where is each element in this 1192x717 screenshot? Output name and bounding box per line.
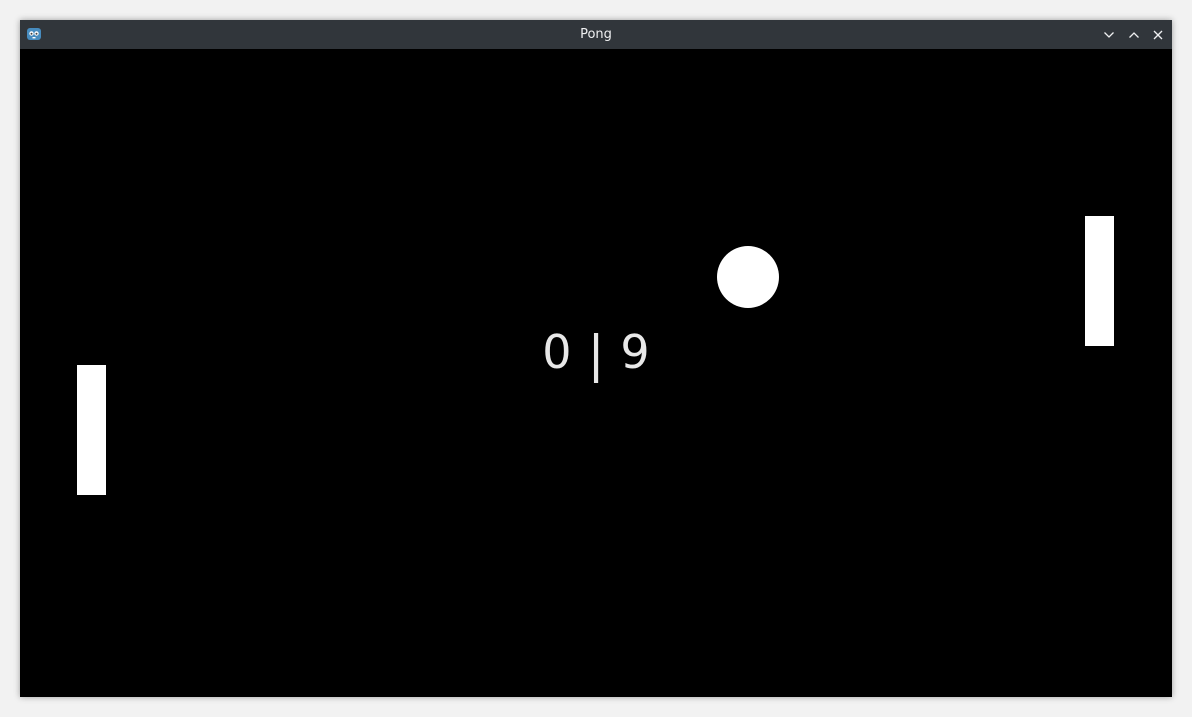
game-window: Pong 0 | 9 xyxy=(20,20,1172,697)
minimize-button[interactable] xyxy=(1100,26,1118,44)
game-canvas[interactable]: 0 | 9 xyxy=(20,49,1172,697)
chevron-down-icon xyxy=(1104,32,1114,38)
right-score: 9 xyxy=(620,325,650,379)
window-title: Pong xyxy=(580,27,612,42)
left-score: 0 xyxy=(542,325,572,379)
maximize-button[interactable] xyxy=(1125,26,1143,44)
close-icon xyxy=(1153,30,1163,40)
ball xyxy=(717,246,779,308)
right-paddle xyxy=(1085,216,1114,346)
score-display: 0 | 9 xyxy=(496,317,696,387)
close-button[interactable] xyxy=(1149,26,1167,44)
chevron-up-icon xyxy=(1129,32,1139,38)
left-paddle xyxy=(77,365,106,495)
score-separator: | xyxy=(587,325,605,383)
title-bar[interactable]: Pong xyxy=(20,20,1172,49)
